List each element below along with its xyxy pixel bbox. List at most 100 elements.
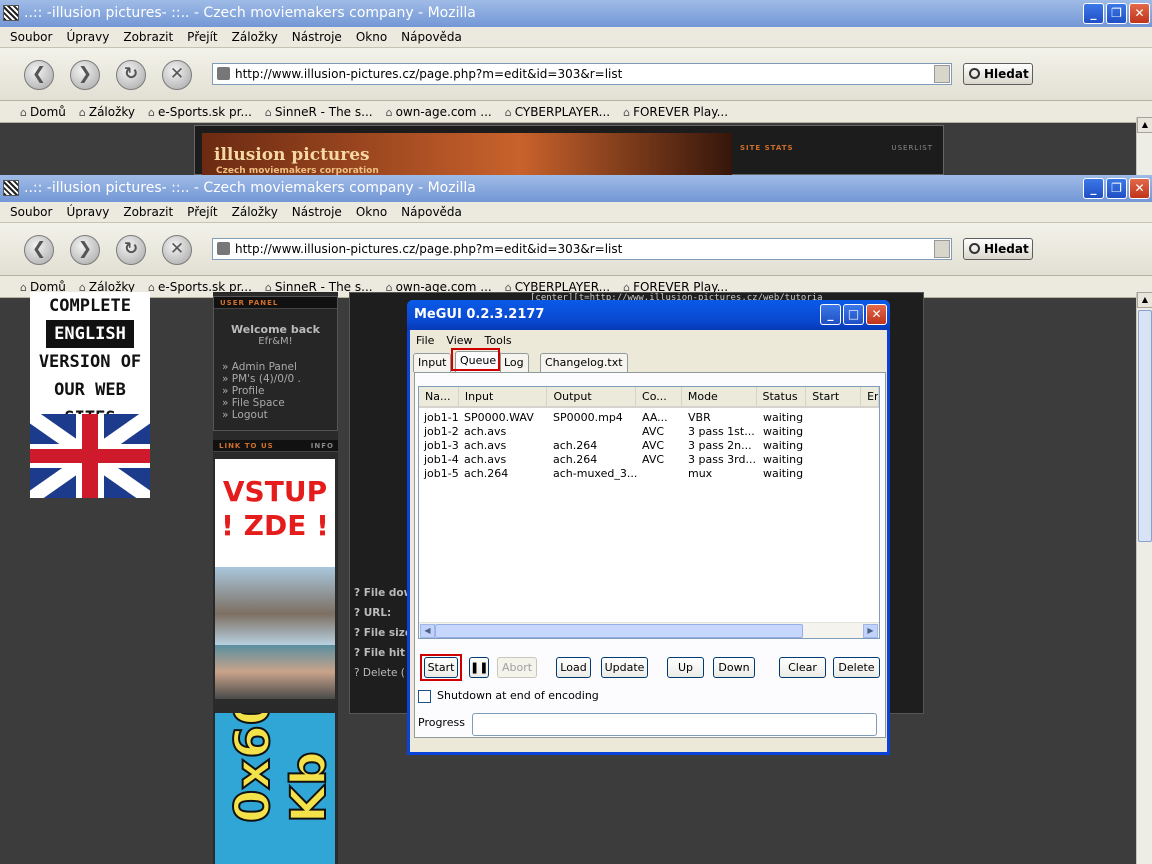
table-row[interactable]: job1-2 ach.avs AVC 3 pass 1st... waiting (419, 425, 879, 439)
stop-icon[interactable]: ✕ (162, 235, 192, 265)
delete-button[interactable]: Delete (833, 657, 880, 678)
reload-icon[interactable]: ↻ (116, 60, 146, 90)
bookmark-sinner[interactable]: SinneR - The s... (265, 105, 373, 119)
col-status[interactable]: Status (757, 387, 807, 406)
banner-photo[interactable] (215, 567, 335, 645)
menu-zobrazit[interactable]: Zobrazit (123, 205, 173, 219)
menu-upravy[interactable]: Úpravy (66, 205, 109, 219)
menu-upravy[interactable]: Úpravy (66, 30, 109, 44)
stop-icon[interactable]: ✕ (162, 60, 192, 90)
col-end[interactable]: Er (861, 387, 879, 406)
menu-view[interactable]: View (446, 334, 472, 347)
link-admin-panel[interactable]: Admin Panel (222, 361, 337, 373)
back-icon[interactable]: ❮ (24, 60, 54, 90)
vstup-zde-ad[interactable]: VSTUP ! ZDE ! (215, 459, 335, 567)
menu-napoveda[interactable]: Nápověda (401, 205, 462, 219)
close-icon[interactable]: ✕ (866, 304, 887, 325)
menu-zalozky[interactable]: Záložky (232, 30, 278, 44)
menu-zobrazit[interactable]: Zobrazit (123, 30, 173, 44)
restore-icon[interactable]: ❐ (1106, 3, 1127, 24)
col-start[interactable]: Start (806, 387, 862, 406)
reload-icon[interactable]: ↻ (116, 235, 146, 265)
menu-prejit[interactable]: Přejít (187, 30, 217, 44)
table-row[interactable]: job1-5 ach.264 ach-muxed_3... mux waitin… (419, 467, 879, 481)
search-button[interactable]: Hledat (963, 63, 1033, 85)
abort-button[interactable]: Abort (497, 657, 537, 678)
menu-tools[interactable]: Tools (485, 334, 512, 347)
update-button[interactable]: Update (601, 657, 648, 678)
restore-icon[interactable]: ❐ (1106, 178, 1127, 199)
scroll-thumb[interactable] (435, 624, 803, 638)
col-mode[interactable]: Mode (682, 387, 757, 406)
menu-okno[interactable]: Okno (356, 30, 387, 44)
window-titlebar[interactable]: ..:: -illusion pictures- ::.. - Czech mo… (0, 175, 1152, 202)
menu-nastroje[interactable]: Nástroje (292, 30, 342, 44)
col-name[interactable]: Na... (419, 387, 459, 406)
menu-file[interactable]: File (416, 334, 434, 347)
tab-queue[interactable]: Queue (455, 351, 502, 372)
banner-photo[interactable] (215, 645, 335, 699)
shutdown-checkbox[interactable] (418, 690, 431, 703)
scroll-up-icon[interactable]: ▲ (1137, 292, 1152, 308)
ad-banner-600[interactable]: 0x600 Kb (215, 713, 335, 864)
forward-icon[interactable]: ❯ (70, 60, 100, 90)
close-icon[interactable]: ✕ (1129, 178, 1150, 199)
forward-icon[interactable]: ❯ (70, 235, 100, 265)
list-horizontal-scrollbar[interactable]: ◀ ▶ (419, 622, 879, 638)
col-output[interactable]: Output (547, 387, 637, 406)
scroll-left-icon[interactable]: ◀ (420, 624, 435, 638)
url-bar[interactable]: http://www.illusion-pictures.cz/page.php… (212, 238, 952, 260)
table-row[interactable]: job1-3 ach.avs ach.264 AVC 3 pass 2n... … (419, 439, 879, 453)
bookmark-zalozky[interactable]: Záložky (79, 105, 135, 119)
tab-changelog[interactable]: Changelog.txt (540, 353, 628, 372)
tab-log[interactable]: Log (499, 353, 529, 372)
bookmark-esports[interactable]: e-Sports.sk pr... (148, 105, 252, 119)
bookmark-own-age[interactable]: own-age.com ... (386, 105, 492, 119)
minimize-icon[interactable]: _ (1083, 3, 1104, 24)
menu-zalozky[interactable]: Záložky (232, 205, 278, 219)
menu-prejit[interactable]: Přejít (187, 205, 217, 219)
menu-soubor[interactable]: Soubor (10, 30, 52, 44)
job-queue-list[interactable]: Na... Input Output Co... Mode Status Sta… (418, 386, 880, 639)
menu-soubor[interactable]: Soubor (10, 205, 52, 219)
minimize-icon[interactable]: _ (1083, 178, 1104, 199)
pause-button[interactable]: ❚❚ (469, 657, 489, 678)
link-profile[interactable]: Profile (222, 385, 337, 397)
link-logout[interactable]: Logout (222, 409, 337, 421)
english-version-ad[interactable]: COMPLETE ENGLISH VERSION OF OUR WEB SITE… (30, 292, 150, 498)
table-row[interactable]: job1-1 SP0000.WAV SP0000.mp4 AA... VBR w… (419, 411, 879, 425)
bookmark-domu[interactable]: Domů (20, 105, 66, 119)
back-icon[interactable]: ❮ (24, 235, 54, 265)
start-button[interactable]: Start (424, 657, 458, 678)
minimize-icon[interactable]: _ (820, 304, 841, 325)
scroll-right-icon[interactable]: ▶ (863, 624, 878, 638)
menu-okno[interactable]: Okno (356, 205, 387, 219)
load-button[interactable]: Load (556, 657, 591, 678)
site-banner: illusion pictures Czech moviemakers corp… (194, 125, 944, 176)
menu-nastroje[interactable]: Nástroje (292, 205, 342, 219)
menu-napoveda[interactable]: Nápověda (401, 30, 462, 44)
bookmark-forever[interactable]: FOREVER Play... (623, 105, 728, 119)
page-scrollbar-back[interactable]: ▲ (1136, 117, 1152, 175)
up-button[interactable]: Up (667, 657, 704, 678)
close-icon[interactable]: ✕ (1129, 3, 1150, 24)
search-button[interactable]: Hledat (963, 238, 1033, 260)
col-codec[interactable]: Co... (636, 387, 682, 406)
tab-input[interactable]: Input (413, 353, 452, 372)
scroll-thumb[interactable] (1138, 310, 1152, 542)
scroll-up-icon[interactable]: ▲ (1137, 117, 1152, 133)
page-scrollbar[interactable]: ▲ (1136, 292, 1152, 864)
megui-titlebar[interactable]: MeGUI 0.2.3.2177 _ □ ✕ (407, 300, 890, 330)
url-bar[interactable]: http://www.illusion-pictures.cz/page.php… (212, 63, 952, 85)
maximize-icon[interactable]: □ (843, 304, 864, 325)
bookmark-cyberplayer[interactable]: CYBERPLAYER... (505, 105, 610, 119)
link-file-space[interactable]: File Space (222, 397, 337, 409)
clear-button[interactable]: Clear (779, 657, 826, 678)
down-button[interactable]: Down (713, 657, 755, 678)
url-dropdown-icon[interactable] (934, 240, 950, 258)
col-input[interactable]: Input (459, 387, 548, 406)
window-titlebar[interactable]: ..:: -illusion pictures- ::.. - Czech mo… (0, 0, 1152, 27)
url-dropdown-icon[interactable] (934, 65, 950, 83)
table-row[interactable]: job1-4 ach.avs ach.264 AVC 3 pass 3rd...… (419, 453, 879, 467)
link-pms[interactable]: PM's (4)/0/0 . (222, 373, 337, 385)
